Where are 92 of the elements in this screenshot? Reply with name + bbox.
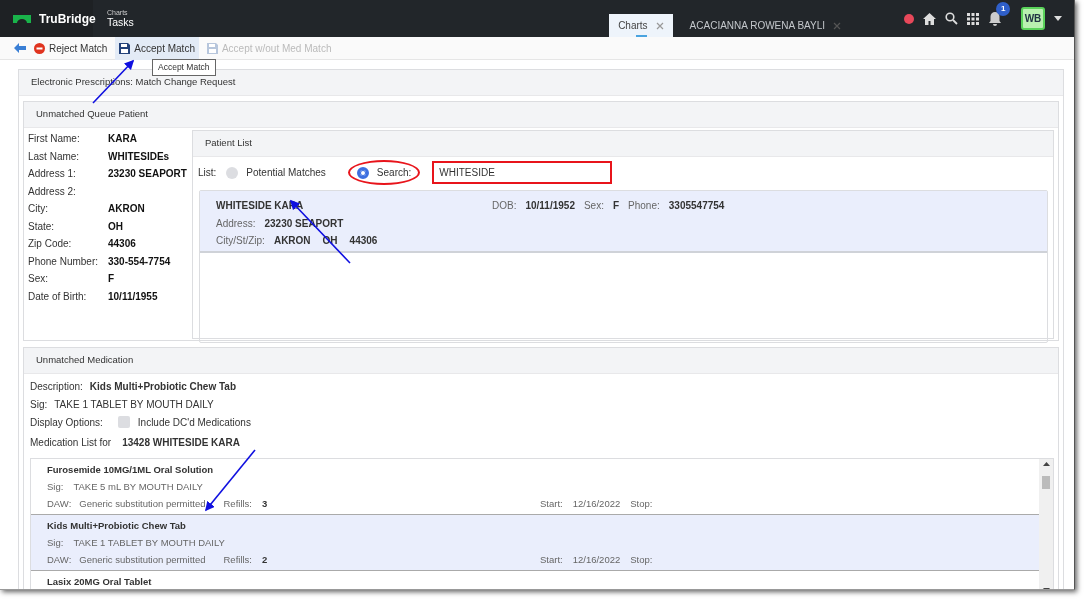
logo: TruBridge [39, 10, 96, 28]
field-value: 44306 [349, 235, 378, 246]
field-value: F [612, 199, 620, 213]
field-value: 13428 WHITESIDE KARA [122, 435, 240, 450]
checkbox[interactable] [117, 416, 130, 428]
field-value: OH [108, 219, 123, 234]
caret-icon[interactable] [1054, 16, 1062, 21]
page-title: Tasks [107, 16, 134, 28]
save-icon [119, 42, 131, 54]
field-label: Refills: [223, 553, 252, 567]
field-value: KARA [108, 132, 137, 147]
radio-label[interactable]: Search: [376, 165, 412, 180]
field-label: DAW: [47, 497, 72, 511]
field-value: Generic substitution permitted [79, 553, 206, 567]
field-value: 44306 [108, 237, 136, 252]
radio-button[interactable] [356, 166, 369, 179]
field-value: 12/16/2022 [572, 553, 621, 567]
tooltip: Accept Match [152, 59, 216, 76]
field-label: State: [28, 219, 56, 234]
field-label: Description: [30, 379, 83, 394]
medication-name: Lasix 20MG Oral Tablet [47, 575, 153, 589]
scrollbar-thumb[interactable] [1042, 476, 1050, 489]
panel-header: Unmatched Medication [24, 348, 1058, 374]
radio-button[interactable] [226, 166, 239, 179]
field-value: AKRON [273, 235, 311, 246]
field-label: Address: [216, 217, 256, 229]
field-value: WHITESIDEs [108, 149, 170, 164]
tab[interactable]: Charts [609, 14, 673, 37]
search-icon[interactable] [945, 12, 958, 25]
field-value: TAKE 5 mL BY MOUTH DAILY [73, 481, 203, 492]
field-value: AKRON [108, 202, 145, 217]
field-label: Sig: [47, 481, 64, 492]
field-value: 10/11/1955 [108, 289, 158, 304]
field-label: City/St/Zip: [216, 235, 265, 246]
field-label: Stop: [630, 553, 653, 567]
notification-badge: 1 [996, 1, 1011, 16]
field-label: Phone Number: [28, 254, 100, 269]
close-icon[interactable] [655, 21, 664, 30]
list-label: List: [198, 166, 217, 180]
panel-header: Patient List [193, 131, 1053, 157]
field-label: Address 1: [28, 167, 77, 182]
field-value: F [108, 272, 115, 287]
medication-row[interactable]: Kids Multi+Probiotic Chew Tab Sig: TAKE 1 TABLET BY MOUTH DAILY DAW: Generic substitution permitted Refills: 2 Start: 12/16/2022 Stop: [31, 515, 1039, 571]
field-label: Zip Code: [28, 237, 73, 252]
field-label: Address 2: [28, 184, 77, 199]
field-label: Sex: [28, 272, 49, 287]
field-value: 23230 SEAPORT [108, 167, 187, 182]
field-value: TAKE 1 TABLET BY MOUTH DAILY [54, 397, 214, 412]
field-value: Generic substitution permitted [79, 497, 206, 511]
save-icon [206, 42, 218, 54]
field-value: 12/16/2022 [572, 497, 621, 511]
no-entry-icon [34, 42, 45, 54]
field-value: Kids Multi+Probiotic Chew Tab [89, 379, 237, 394]
field-label: Date of Birth: [28, 289, 88, 304]
logo-icon [13, 14, 31, 23]
field-value: 3 [262, 497, 268, 511]
field-label: Sex: [583, 199, 604, 213]
field-value: 3305547754 [668, 199, 725, 213]
field-value: 330-554-7754 [108, 254, 171, 269]
field-label: Phone: [628, 199, 660, 213]
avatar[interactable]: WB [1021, 7, 1045, 30]
field-label: Sig: [47, 537, 64, 548]
medication-name: Kids Multi+Probiotic Chew Tab [47, 519, 187, 533]
back-arrow-icon[interactable] [14, 43, 26, 53]
field-label: Medication List for [30, 435, 112, 450]
panel-header: Unmatched Queue Patient [24, 102, 1058, 128]
medication-name: Furosemide 10MG/1ML Oral Solution [47, 463, 215, 477]
record-dot-icon [904, 13, 914, 24]
radio-label[interactable]: Potential Matches [246, 165, 326, 180]
field-label: Start: [540, 497, 563, 511]
field-value: 10/11/1952 [525, 199, 575, 213]
bell-icon[interactable] [988, 11, 1002, 27]
search-field[interactable]: WHITESIDE [432, 161, 613, 184]
field-label: DAW: [47, 553, 72, 567]
field-label: Sig: [30, 397, 48, 412]
reject-button[interactable]: Reject Match [30, 36, 112, 60]
field-value: TAKE 1 TABLET BY MOUTH DAILY [73, 537, 225, 548]
field-label: Start: [540, 553, 563, 567]
field-value: 2 [262, 553, 268, 567]
field-label: Stop: [630, 497, 653, 511]
checkbox-label[interactable]: Include DC'd Medications [137, 414, 251, 430]
save-button[interactable]: Accept Match [115, 36, 199, 60]
scroll-up-icon[interactable] [1042, 462, 1050, 466]
field-label: Last Name: [28, 149, 81, 164]
field-label: Refills: [223, 497, 252, 511]
field-label: First Name: [28, 132, 81, 147]
field-label: Display Options: [30, 415, 103, 430]
grid-icon[interactable] [967, 12, 979, 25]
tab[interactable]: ACACIANNA ROWENA BAYLI [680, 14, 850, 37]
field-label: DOB: [492, 199, 517, 213]
field-label: City: [28, 202, 49, 217]
home-icon[interactable] [923, 12, 936, 25]
